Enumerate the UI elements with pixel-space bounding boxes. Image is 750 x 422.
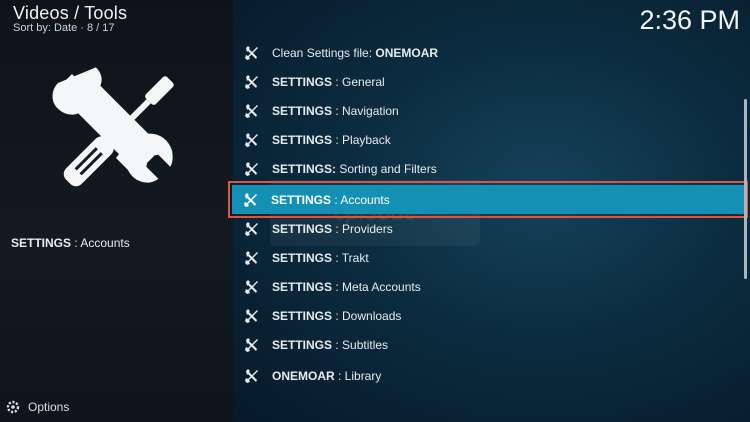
tools-icon [243,278,261,296]
list-item[interactable]: SETTINGS : Meta Accounts [233,272,723,301]
list-item-label: SETTINGS : Meta Accounts [272,279,421,294]
tools-icon [243,160,261,178]
list-item-label: SETTINGS : General [272,74,385,89]
list-item[interactable]: SETTINGS : Downloads [233,301,723,330]
options-cog-icon [6,400,20,414]
tools-icon [243,220,261,238]
list-item-label: SETTINGS : Trakt [272,250,369,265]
tools-icon [243,336,261,354]
list-item-label: SETTINGS : Downloads [272,308,402,323]
selected-item-label-bold: SETTINGS [11,236,72,250]
list-item[interactable]: SETTINGS : Providers [233,214,723,243]
tools-icon [243,249,261,267]
list-item[interactable]: SETTINGS : Playback [233,125,723,154]
tools-icon [243,131,261,149]
list-item-label: Clean Settings file: ONEMOAR [272,45,439,60]
list-item-label: ONEMOAR : Library [272,368,382,383]
selected-item-label: SETTINGS : Accounts [11,236,130,250]
tools-icon [243,73,261,91]
list-item[interactable]: SETTINGS : Subtitles [233,330,723,359]
tools-icon [243,44,261,62]
list-item[interactable]: SETTINGS: Sorting and Filters [233,154,723,183]
list-item[interactable]: SETTINGS : General [233,67,723,96]
list-item-label: SETTINGS : Navigation [272,103,399,118]
tools-icon [52,67,174,187]
left-panel [0,0,233,422]
list-item-selected[interactable]: SETTINGS : Accounts [228,181,748,218]
list-item[interactable]: SETTINGS : Navigation [233,96,723,125]
list-item-label: SETTINGS : Subtitles [272,337,389,352]
selected-item-label-rest: : Accounts [71,236,130,250]
options-label: Options [28,400,70,414]
scrollbar[interactable] [744,99,747,279]
list-item-label: SETTINGS : Accounts [271,192,390,207]
tools-icon [243,307,261,325]
tools-icon [243,102,261,120]
list-item[interactable]: Clean Settings file: ONEMOAR [233,38,723,67]
list-item[interactable]: ONEMOAR : Library [233,361,723,390]
list-item-label: SETTINGS : Playback [272,132,391,147]
sort-info[interactable]: Sort by: Date · 8 / 17 [13,22,115,34]
list-item-label: SETTINGS : Providers [272,221,393,236]
tools-icon [242,191,260,209]
clock: 2:36 PM [639,5,740,35]
list-item-label: SETTINGS: Sorting and Filters [272,161,437,176]
tools-icon [243,367,261,385]
list-item[interactable]: SETTINGS : Trakt [233,243,723,272]
page-title: Videos / Tools [13,3,128,23]
options-button[interactable]: Options [6,400,69,414]
